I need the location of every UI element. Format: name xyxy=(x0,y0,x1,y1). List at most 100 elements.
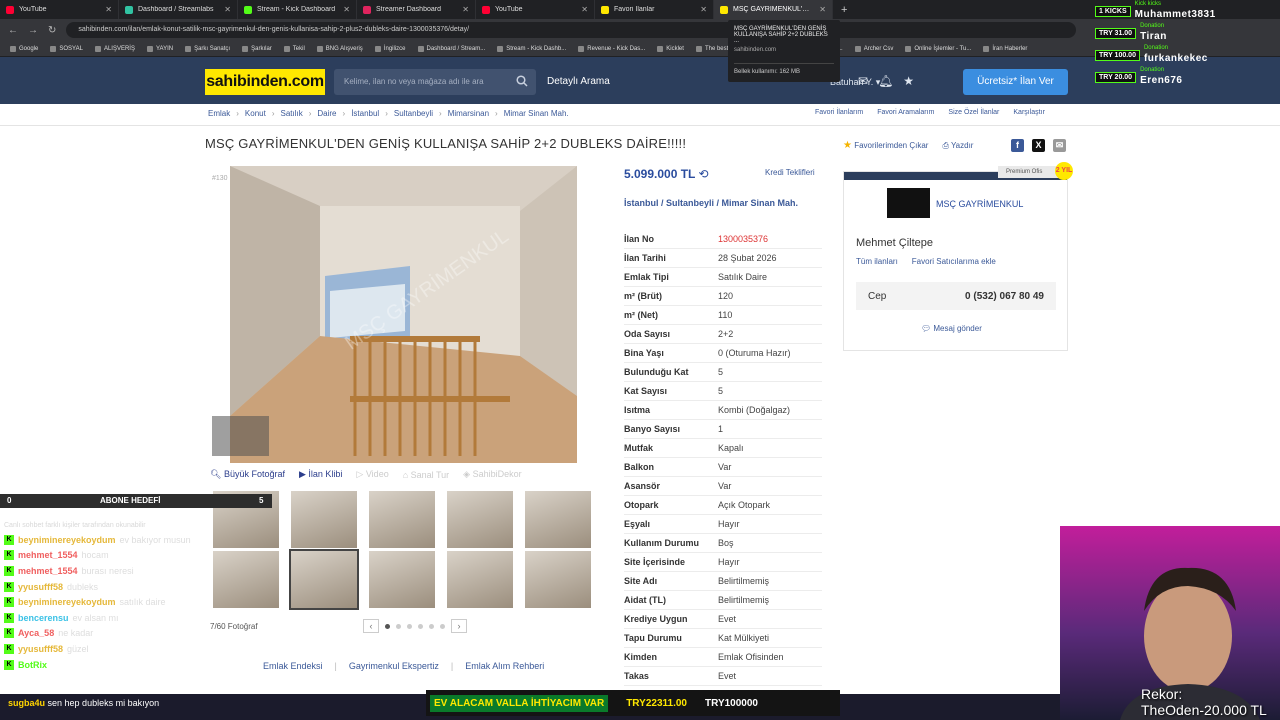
bookmark-item[interactable]: Online İşlemler - Tu... xyxy=(905,45,971,52)
browser-tab[interactable]: MSÇ GAYRİMENKUL'DEN GENİŞ ✕ xyxy=(714,0,833,19)
chat-text: burası neresi xyxy=(81,565,134,576)
account-link[interactable]: Favori İlanlarım xyxy=(815,109,863,116)
breadcrumb-item[interactable]: İstanbul xyxy=(351,109,379,118)
search-input[interactable]: Kelime, ilan no veya mağaza adı ile ara xyxy=(334,69,536,95)
site-logo[interactable]: sahibinden.com xyxy=(205,69,325,95)
print-button[interactable]: ⎙ Yazdır xyxy=(942,141,973,151)
url-input[interactable]: sahibinden.com/ilan/emlak-konut-satilik-… xyxy=(66,22,1077,38)
chat-username: BotRix xyxy=(18,659,47,670)
bookmark-item[interactable]: İngilizce xyxy=(374,45,406,52)
page-dot[interactable] xyxy=(429,623,434,629)
bookmark-item[interactable]: Şarkı Sanatçı xyxy=(185,45,230,52)
bookmark-item[interactable]: Google xyxy=(10,45,38,52)
phone-number[interactable]: 0 (532) 067 80 49 xyxy=(965,291,1044,302)
x-icon[interactable]: X xyxy=(1032,139,1045,152)
back-icon[interactable]: ← xyxy=(8,25,18,36)
breadcrumb-item[interactable]: Mimarsinan xyxy=(448,109,489,118)
photo-thumbnail[interactable] xyxy=(525,551,591,608)
tab-title: Favori İlanlar xyxy=(614,6,655,13)
search-icon[interactable] xyxy=(516,75,528,87)
send-message-button[interactable]: 💬︎ Mesaj gönder xyxy=(921,324,982,333)
store-name[interactable]: MSÇ GAYRİMENKUL xyxy=(936,199,1023,209)
page-dot[interactable] xyxy=(396,623,401,629)
bookmark-item[interactable]: Archer Csv xyxy=(854,45,893,52)
bookmark-item[interactable]: Tekil xyxy=(283,45,305,52)
photo-thumbnail[interactable] xyxy=(289,549,359,610)
bookmark-item[interactable]: Şarkılar xyxy=(242,45,272,52)
favorite-remove-button[interactable]: ★ Favorilerimden Çıkar xyxy=(843,140,928,151)
bookmark-item[interactable]: Kicklet xyxy=(657,45,684,52)
browser-tab[interactable]: YouTube ✕ xyxy=(0,0,119,19)
video-clip-button[interactable]: ▶ İlan Klibi xyxy=(299,469,342,480)
bookmark-item[interactable]: SOSYAL xyxy=(50,45,83,52)
chat-username: yyusufff58 xyxy=(18,643,64,654)
photo-thumbnail[interactable] xyxy=(291,491,357,548)
browser-tab[interactable]: Stream - Kick Dashboard ✕ xyxy=(238,0,357,19)
bookmark-item[interactable]: Revenue - Kick Das... xyxy=(578,45,645,52)
close-tab-icon[interactable]: ✕ xyxy=(224,5,231,14)
page-dot[interactable] xyxy=(418,623,423,629)
photo-thumbnail[interactable] xyxy=(369,551,435,608)
bookmark-item[interactable]: YAYIN xyxy=(146,45,173,52)
photo-thumbnail[interactable] xyxy=(369,491,435,548)
messages-icon[interactable]: ✉ xyxy=(858,74,868,88)
breadcrumb-item[interactable]: Emlak xyxy=(208,109,230,118)
browser-tab[interactable]: Favori İlanlar ✕ xyxy=(595,0,714,19)
close-tab-icon[interactable]: ✕ xyxy=(581,5,588,14)
breadcrumb-item[interactable]: Konut xyxy=(245,109,266,118)
photo-thumbnail[interactable] xyxy=(525,491,591,548)
footer-link[interactable]: Emlak Alım Rehberi xyxy=(465,661,544,671)
forward-icon[interactable]: → xyxy=(28,25,38,36)
footer-link[interactable]: Gayrimenkul Ekspertiz xyxy=(349,661,439,671)
post-ad-button[interactable]: Ücretsiz* İlan Ver xyxy=(963,69,1068,95)
photo-thumbnail[interactable] xyxy=(447,491,513,548)
close-tab-icon[interactable]: ✕ xyxy=(700,5,707,14)
photo-thumbnail[interactable] xyxy=(447,551,513,608)
bookmark-item[interactable]: ALIŞVERİŞ xyxy=(94,45,135,52)
listing-location[interactable]: İstanbul / Sultanbeyli / Mimar Sinan Mah… xyxy=(624,198,824,209)
store-logo[interactable] xyxy=(887,188,930,218)
breadcrumb-item[interactable]: Mimar Sinan Mah. xyxy=(504,109,569,118)
detailed-search-link[interactable]: Detaylı Arama xyxy=(547,69,610,95)
favorites-icon[interactable]: ★ xyxy=(903,74,914,88)
favorite-seller-link[interactable]: Favori Satıcılarıma ekle xyxy=(912,257,996,266)
footer-link[interactable]: Emlak Endeksi xyxy=(263,661,323,671)
browser-tab[interactable]: YouTube ✕ xyxy=(476,0,595,19)
email-icon[interactable]: ✉ xyxy=(1053,139,1066,152)
page-dot[interactable] xyxy=(440,623,445,629)
breadcrumb-item[interactable]: Satılık xyxy=(280,109,302,118)
browser-tab[interactable]: Dashboard / Streamlabs ✕ xyxy=(119,0,238,19)
detail-value: Emlak Ofisinden xyxy=(718,652,784,662)
bookmark-item[interactable]: BNG Alışveriş xyxy=(316,45,363,52)
price-history-icon[interactable]: ⟲ xyxy=(699,167,709,181)
chat-text: ev alsan mı xyxy=(72,612,119,623)
next-page-button[interactable]: › xyxy=(451,619,467,633)
notifications-icon[interactable]: 🔔︎ xyxy=(878,74,893,88)
new-tab-icon[interactable]: + xyxy=(833,4,847,16)
chat-username: beyniminereyekoydum xyxy=(18,597,116,608)
close-tab-icon[interactable]: ✕ xyxy=(462,5,469,14)
bookmark-item[interactable]: İran Haberler xyxy=(983,45,1027,52)
big-photo-button[interactable]: 🔍︎ Büyük Fotoğraf xyxy=(210,469,285,480)
page-dot[interactable] xyxy=(407,623,412,629)
favorite-remove-label: Favorilerimden Çıkar xyxy=(854,141,929,150)
all-listings-link[interactable]: Tüm ilanları xyxy=(856,257,898,266)
credit-offers-link[interactable]: Kredi Teklifleri xyxy=(765,168,815,177)
account-link[interactable]: Karşılaştır xyxy=(1013,109,1045,116)
browser-tab[interactable]: Streamer Dashboard ✕ xyxy=(357,0,476,19)
account-link[interactable]: Size Özel İlanlar xyxy=(948,109,999,116)
breadcrumb-item[interactable]: Sultanbeyli xyxy=(394,109,433,118)
page-dot[interactable] xyxy=(385,623,390,629)
chat-username: Ayca_58 xyxy=(18,628,55,639)
reload-icon[interactable]: ↻ xyxy=(48,25,56,36)
bookmark-item[interactable]: Stream - Kick Dashb... xyxy=(497,45,566,52)
close-tab-icon[interactable]: ✕ xyxy=(819,5,826,14)
breadcrumb-item[interactable]: Daire xyxy=(317,109,336,118)
close-tab-icon[interactable]: ✕ xyxy=(343,5,350,14)
account-link[interactable]: Favori Aramalarım xyxy=(877,109,934,116)
close-tab-icon[interactable]: ✕ xyxy=(105,5,112,14)
facebook-icon[interactable]: f xyxy=(1011,139,1024,152)
prev-page-button[interactable]: ‹ xyxy=(363,619,379,633)
bookmark-item[interactable]: Dashboard / Stream... xyxy=(417,45,485,52)
main-photo[interactable]: MSÇ GAYRİMENKUL xyxy=(230,166,577,463)
